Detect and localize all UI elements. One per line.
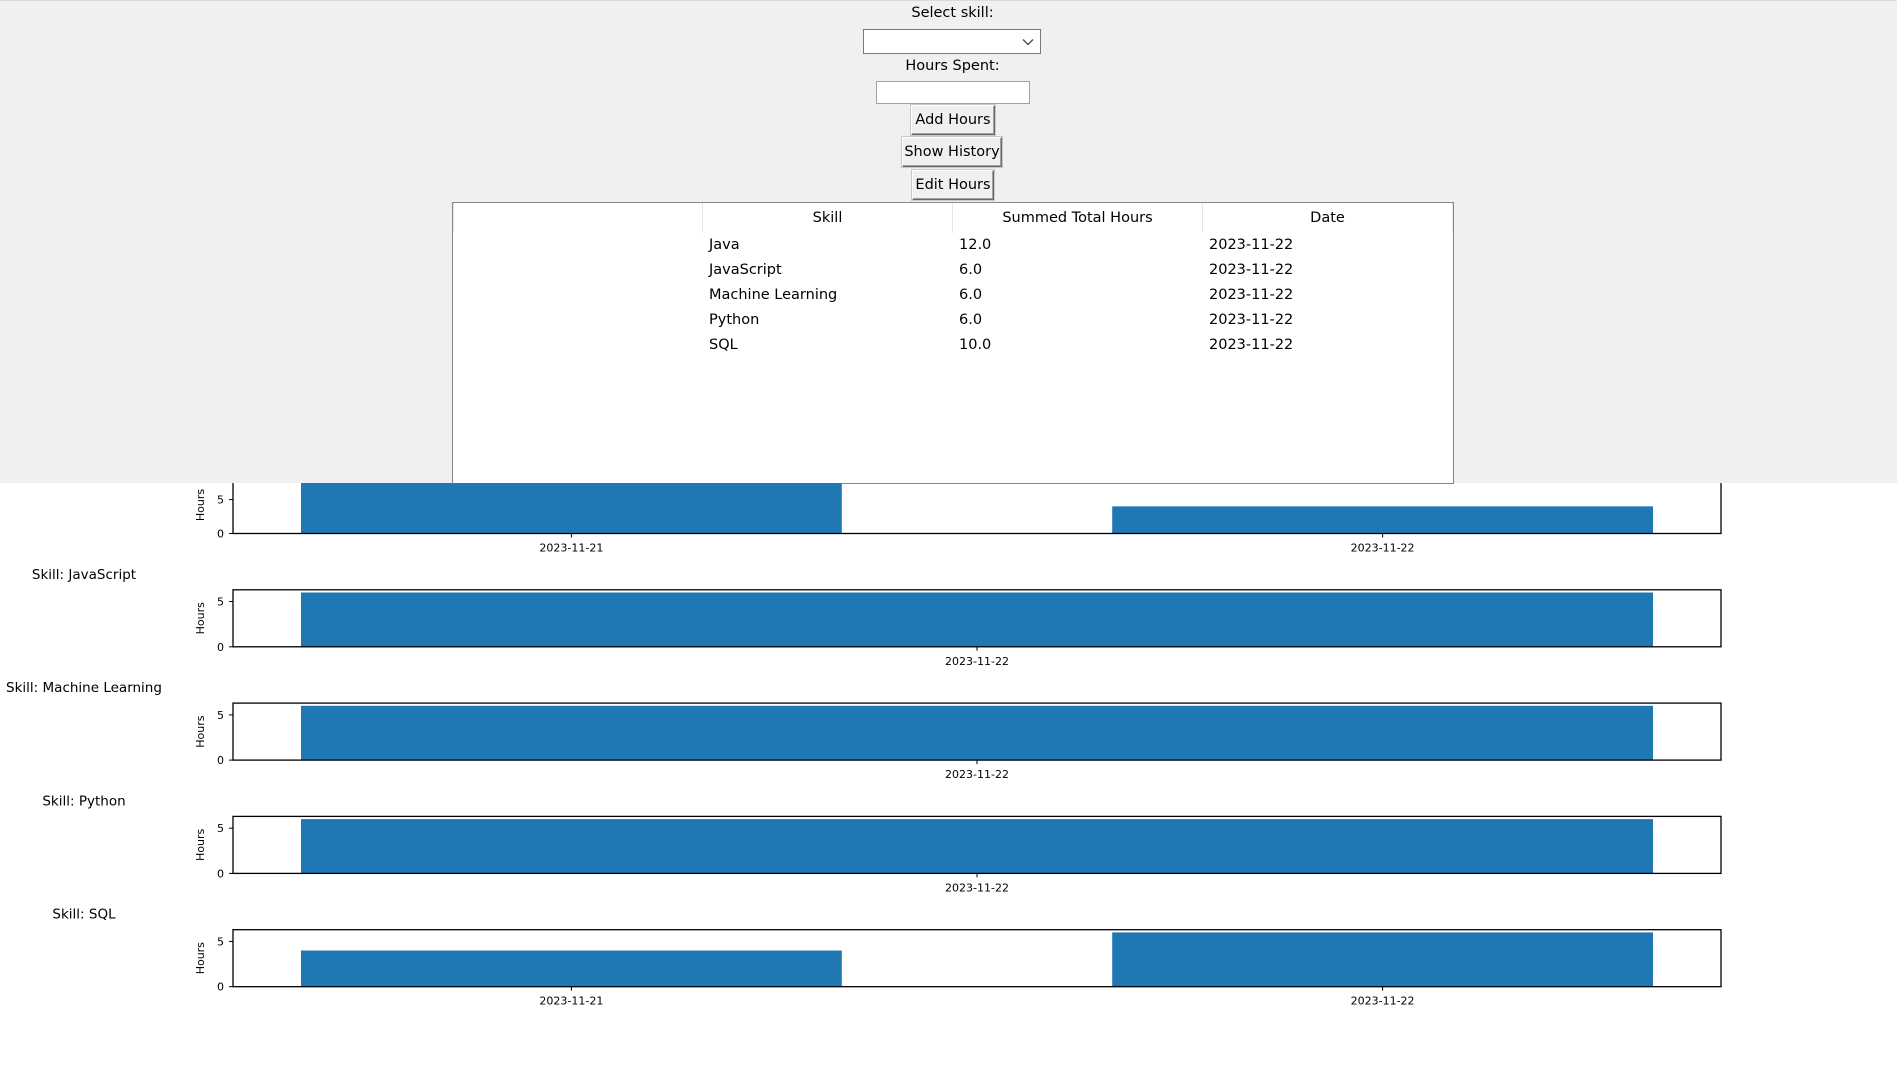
skills-table[interactable]: Skill Summed Total Hours Date Java 12.0 …: [452, 202, 1454, 484]
table-row[interactable]: Python 6.0 2023-11-22: [453, 308, 1453, 333]
app-window: Select skill: Hours Spent: Add Hours Sho…: [0, 0, 1897, 484]
row-skill: Python: [709, 312, 760, 328]
edit-hours-button[interactable]: Edit Hours: [912, 170, 994, 200]
x-tick-label: 2023-11-22: [945, 768, 1009, 781]
row-hours: 10.0: [959, 337, 992, 353]
hours-spent-input[interactable]: [876, 81, 1030, 104]
column-header-hours[interactable]: Summed Total Hours: [953, 203, 1203, 233]
y-axis-label: Hours: [194, 715, 207, 747]
x-tick-label: 2023-11-22: [945, 881, 1009, 894]
x-tick-label: 2023-11-21: [539, 995, 603, 1008]
row-skill: SQL: [709, 337, 738, 353]
row-hours: 6.0: [959, 312, 983, 328]
bar: [1112, 506, 1653, 534]
chart-title: Skill: Python: [42, 793, 125, 809]
row-skill: JavaScript: [709, 262, 782, 278]
skill-select[interactable]: [863, 29, 1041, 54]
x-tick-label: 2023-11-22: [1351, 995, 1415, 1008]
y-axis-label: Hours: [194, 489, 207, 521]
charts-figure: Skill: Java052023-11-212023-11-22HoursSk…: [6, 483, 1722, 1008]
bar: [301, 592, 1653, 647]
history-charts: Skill: Java052023-11-212023-11-22HoursSk…: [0, 483, 1897, 1087]
y-tick-label: 5: [217, 935, 224, 948]
x-tick-label: 2023-11-22: [1351, 542, 1415, 555]
y-axis-label: Hours: [194, 942, 207, 974]
row-date: 2023-11-22: [1209, 337, 1294, 353]
y-tick-label: 5: [217, 709, 224, 722]
table-row[interactable]: Java 12.0 2023-11-22: [453, 233, 1453, 258]
row-date: 2023-11-22: [1209, 237, 1294, 253]
row-hours: 6.0: [959, 262, 983, 278]
row-skill: Java: [709, 237, 740, 253]
chart-title: Skill: Machine Learning: [6, 680, 162, 696]
y-tick-label: 5: [217, 494, 224, 507]
add-hours-button[interactable]: Add Hours: [911, 105, 995, 135]
y-tick-label: 0: [217, 981, 224, 994]
row-hours: 12.0: [959, 237, 992, 253]
x-tick-label: 2023-11-22: [945, 655, 1009, 668]
y-axis-label: Hours: [194, 602, 207, 634]
row-date: 2023-11-22: [1209, 287, 1294, 303]
column-header-date[interactable]: Date: [1203, 203, 1453, 233]
show-history-button[interactable]: Show History: [902, 137, 1002, 167]
bar: [301, 483, 842, 534]
row-skill: Machine Learning: [709, 287, 838, 303]
bar: [301, 705, 1653, 761]
row-date: 2023-11-22: [1209, 262, 1294, 278]
bar: [301, 819, 1653, 874]
y-tick-label: 5: [217, 822, 224, 835]
row-date: 2023-11-22: [1209, 312, 1294, 328]
column-header-tree[interactable]: [453, 203, 703, 233]
chart-title: Skill: JavaScript: [32, 567, 136, 583]
row-hours: 6.0: [959, 287, 983, 303]
bar: [1112, 932, 1653, 987]
y-tick-label: 0: [217, 867, 224, 880]
chart-title: Skill: SQL: [52, 907, 116, 923]
table-row[interactable]: JavaScript 6.0 2023-11-22: [453, 258, 1453, 283]
bar: [301, 950, 842, 987]
table-row[interactable]: Machine Learning 6.0 2023-11-22: [453, 283, 1453, 308]
y-tick-label: 0: [217, 754, 224, 767]
y-axis-label: Hours: [194, 829, 207, 861]
hours-spent-label: Hours Spent:: [905, 58, 1000, 74]
y-tick-label: 5: [217, 596, 224, 609]
select-skill-label: Select skill:: [911, 5, 994, 21]
chevron-down-icon[interactable]: [1019, 32, 1037, 51]
x-tick-label: 2023-11-21: [539, 542, 603, 555]
column-header-skill[interactable]: Skill: [703, 203, 953, 233]
y-tick-label: 0: [217, 528, 224, 541]
y-tick-label: 0: [217, 641, 224, 654]
table-row[interactable]: SQL 10.0 2023-11-22: [453, 333, 1453, 358]
